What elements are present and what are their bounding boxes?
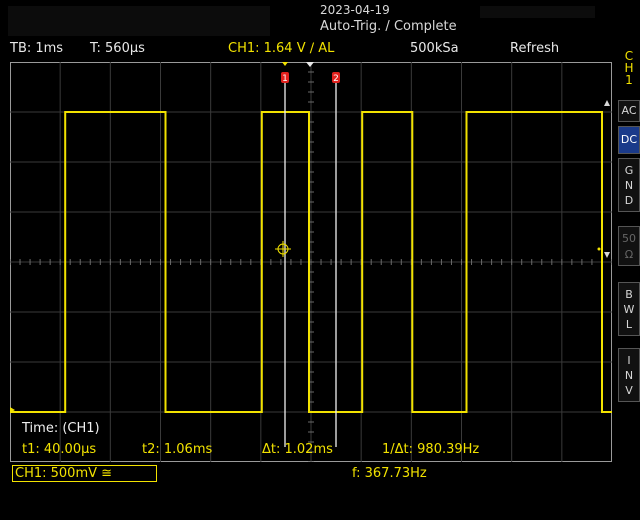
trigger-time-label[interactable]: T: 560µs	[90, 41, 145, 56]
coupling-ac-button[interactable]: AC	[618, 100, 640, 122]
channel-trigger-label[interactable]: CH1: 1.64 V ∕ AL	[228, 41, 334, 56]
ch1-scale-box[interactable]: CH1: 500mV ≅	[12, 465, 157, 482]
gnd-button[interactable]: G N D	[618, 158, 640, 212]
impedance-50-button[interactable]: 50 Ω	[618, 226, 640, 266]
scope-screen[interactable]: 1 2	[10, 62, 612, 462]
graticule	[10, 62, 612, 462]
t1-value: t1: 40.00µs	[22, 442, 97, 457]
cursor-1-label: 1	[282, 74, 288, 84]
cursor-2-label: 2	[333, 74, 339, 84]
trigger-position-marker[interactable]	[306, 62, 314, 67]
sample-rate-label: 500kSa	[410, 41, 459, 56]
acquire-mode-label[interactable]: Refresh	[510, 41, 559, 56]
t2-value: t2: 1.06ms	[142, 442, 213, 457]
trigger-level-dot	[597, 247, 601, 251]
scroll-down-arrow-icon[interactable]	[604, 252, 610, 258]
tab-ch1[interactable]: C H 1	[618, 50, 640, 90]
coupling-dc-button[interactable]: DC	[618, 126, 640, 154]
scroll-up-arrow-icon[interactable]	[604, 100, 610, 106]
timebase-label[interactable]: TB: 1ms	[10, 41, 63, 56]
delta-t-value: Δt: 1.02ms	[262, 442, 333, 457]
invert-button[interactable]: I N V	[618, 348, 640, 402]
info-redacted-block	[480, 6, 595, 18]
trigger-status: Auto-Trig. / Complete	[320, 19, 457, 34]
title-redacted-block	[8, 6, 270, 36]
status-bar: TB: 1ms T: 560µs CH1: 1.64 V ∕ AL 500kSa…	[0, 40, 612, 60]
inverse-delta-t-value: 1/Δt: 980.39Hz	[382, 442, 480, 457]
measurement-title: Time: (CH1)	[22, 421, 100, 436]
frequency-readout: f: 367.73Hz	[352, 466, 427, 481]
trigger-level-marker-top	[282, 62, 288, 66]
date-label: 2023-04-19	[320, 3, 390, 17]
bwl-button[interactable]: B W L	[618, 282, 640, 336]
